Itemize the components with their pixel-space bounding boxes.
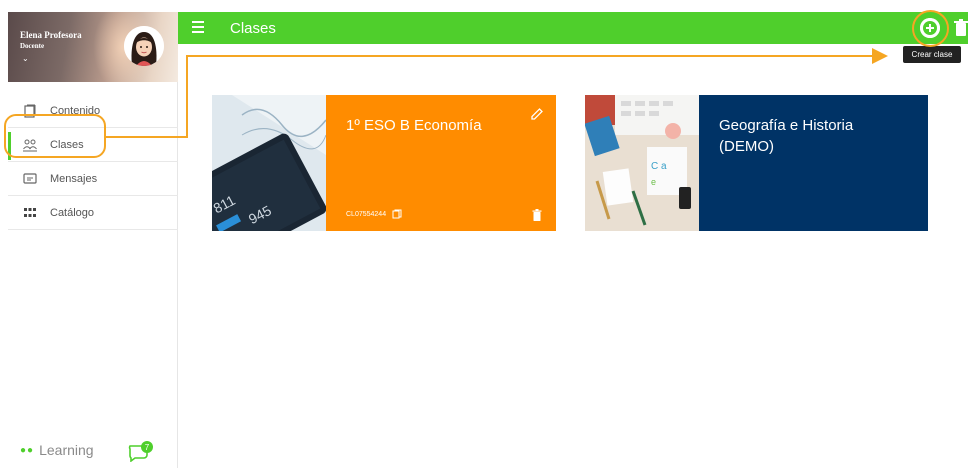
annotation-connector (186, 55, 188, 138)
sidebar-item-mensajes[interactable]: Mensajes (8, 162, 178, 196)
class-card[interactable]: 811 945 1º ESO B Economía CL07554244 (212, 95, 556, 231)
profile-role: Docente (20, 42, 45, 50)
profile-header[interactable]: Elena Profesora Docente ⌄ (8, 12, 178, 82)
app: Elena Profesora Docente ⌄ Contenido Clas… (0, 0, 968, 468)
svg-text:C a: C a (651, 161, 667, 172)
highlight-ring-clases (4, 114, 106, 158)
class-code-text: CL07554244 (346, 210, 387, 218)
chat-icon[interactable]: 7 (126, 440, 156, 463)
page-title: Clases (230, 20, 276, 37)
sidebar-item-catalogo[interactable]: Catálogo (8, 196, 178, 230)
edit-icon[interactable] (530, 107, 544, 121)
sidebar-item-label: Catálogo (50, 206, 95, 219)
copy-icon[interactable] (392, 209, 402, 219)
message-icon (22, 171, 38, 187)
chat-badge-count: 7 (145, 443, 150, 452)
add-class-tooltip: Crear clase (903, 46, 961, 63)
top-bar: Clases (178, 12, 968, 44)
class-title[interactable]: Geografía e Historia (DEMO) (719, 115, 889, 157)
sidebar: Elena Profesora Docente ⌄ Contenido Clas… (8, 12, 178, 468)
brand-logo: ●● Learning (20, 442, 94, 458)
annotation-connector (106, 136, 186, 138)
annotation-arrow-icon (872, 48, 888, 64)
annotation-connector (186, 55, 874, 57)
svg-text:e: e (651, 177, 656, 187)
desk-supplies-image: C a e (585, 95, 699, 231)
class-code: CL07554244 (346, 209, 402, 219)
class-title[interactable]: 1º ESO B Economía (346, 115, 482, 136)
brand-label: Learning (39, 442, 94, 458)
sidebar-item-label: Mensajes (50, 172, 98, 185)
grid-icon (22, 205, 38, 221)
highlight-ring-add (912, 10, 949, 47)
menu-icon[interactable] (190, 18, 208, 36)
finance-tablet-image: 811 945 (212, 95, 326, 231)
trash-icon[interactable] (532, 208, 542, 221)
brand-dots-icon: ●● (20, 444, 35, 456)
trash-icon[interactable] (954, 19, 968, 37)
class-card[interactable]: C a e Geografía e Historia (DEMO) (585, 95, 928, 231)
avatar[interactable] (124, 26, 164, 66)
chevron-down-icon[interactable]: ⌄ (22, 54, 29, 63)
profile-name: Elena Profesora (20, 30, 82, 40)
class-card-body: Geografía e Historia (DEMO) (699, 95, 928, 231)
class-card-body: 1º ESO B Economía CL07554244 (326, 95, 556, 231)
